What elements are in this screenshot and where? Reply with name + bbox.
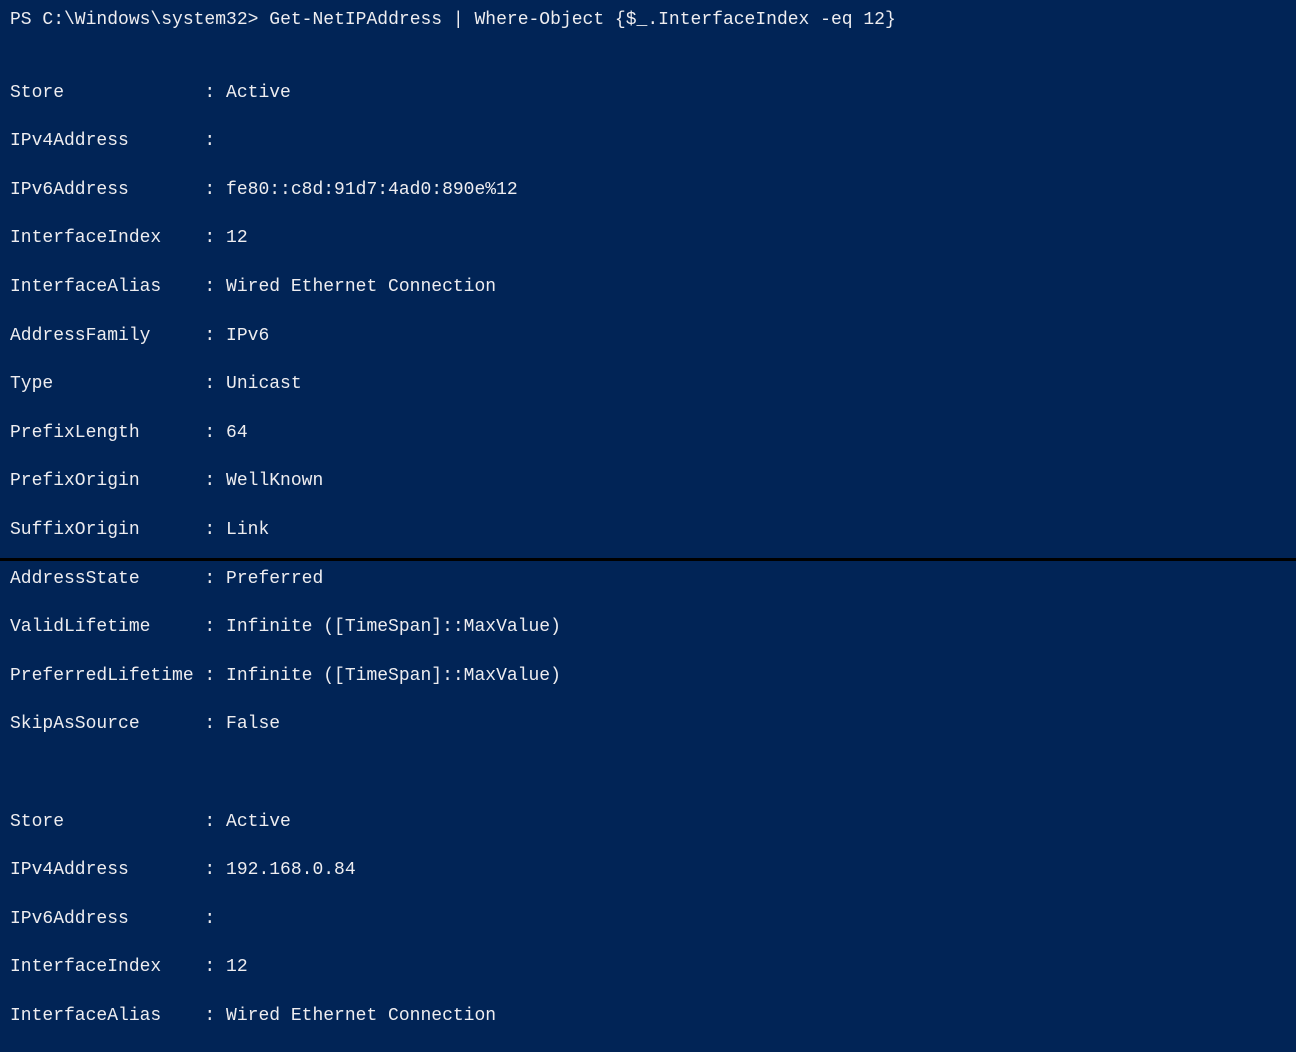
output-row: PrefixLength : 64 bbox=[10, 421, 1286, 445]
blank-line bbox=[10, 761, 1286, 785]
output-row: PrefixOrigin : WellKnown bbox=[10, 469, 1286, 493]
output-row: IPv4Address : 192.168.0.84 bbox=[10, 858, 1286, 882]
output-row: Store : Active bbox=[10, 810, 1286, 834]
output-row: InterfaceIndex : 12 bbox=[10, 955, 1286, 979]
output-row: SkipAsSource : False bbox=[10, 712, 1286, 736]
output-row: Store : Active bbox=[10, 81, 1286, 105]
output-row: AddressFamily : IPv6 bbox=[10, 324, 1286, 348]
output-row: AddressState : Preferred bbox=[10, 567, 1286, 591]
row-text: PrefixLength : 64 bbox=[10, 423, 248, 443]
output-row: PreferredLifetime : Infinite ([TimeSpan]… bbox=[10, 664, 1286, 688]
row-text: SuffixOrigin : Link bbox=[10, 520, 269, 540]
output-row: SuffixOrigin : Link bbox=[10, 518, 1286, 542]
output-row: IPv6Address : bbox=[10, 907, 1286, 931]
row-text: IPv6Address : fe80::c8d:91d7:4ad0:890e%1… bbox=[10, 180, 518, 200]
row-text: Type : Unicast bbox=[10, 374, 302, 394]
row-text: SkipAsSource : False bbox=[10, 714, 280, 734]
row-text: PreferredLifetime : Infinite ([TimeSpan]… bbox=[10, 666, 561, 686]
output-row: IPv4Address : bbox=[10, 129, 1286, 153]
output-row: Type : Unicast bbox=[10, 372, 1286, 396]
row-text: AddressFamily : IPv6 bbox=[10, 326, 269, 346]
row-text: IPv4Address : 192.168.0.84 bbox=[10, 860, 356, 880]
row-text: InterfaceAlias : Wired Ethernet Connecti… bbox=[10, 1006, 496, 1026]
row-text: ValidLifetime : Infinite ([TimeSpan]::Ma… bbox=[10, 617, 561, 637]
output-row: InterfaceAlias : Wired Ethernet Connecti… bbox=[10, 1004, 1286, 1028]
row-text: Store : Active bbox=[10, 812, 291, 832]
output-row: InterfaceIndex : 12 bbox=[10, 226, 1286, 250]
row-text: InterfaceIndex : 12 bbox=[10, 957, 248, 977]
row-text: PrefixOrigin : WellKnown bbox=[10, 471, 323, 491]
prompt-prefix: PS C:\Windows\system32> bbox=[10, 10, 258, 30]
row-text: InterfaceIndex : 12 bbox=[10, 228, 248, 248]
row-text: InterfaceAlias : Wired Ethernet Connecti… bbox=[10, 277, 496, 297]
output-row: InterfaceAlias : Wired Ethernet Connecti… bbox=[10, 275, 1286, 299]
row-text: IPv6Address : bbox=[10, 909, 226, 929]
command-text: Get-NetIPAddress | Where-Object {$_.Inte… bbox=[269, 10, 896, 30]
output-row: IPv6Address : fe80::c8d:91d7:4ad0:890e%1… bbox=[10, 178, 1286, 202]
output-block-0: Store : Active IPv4Address : IPv6Address… bbox=[10, 56, 1286, 761]
output-block-1: Store : Active IPv4Address : 192.168.0.8… bbox=[10, 785, 1286, 1052]
row-text: AddressState : Preferred bbox=[10, 569, 323, 589]
row-text: Store : Active bbox=[10, 83, 291, 103]
command-prompt-line[interactable]: PS C:\Windows\system32> Get-NetIPAddress… bbox=[10, 8, 1286, 32]
output-row: ValidLifetime : Infinite ([TimeSpan]::Ma… bbox=[10, 615, 1286, 639]
row-text: IPv4Address : bbox=[10, 131, 226, 151]
